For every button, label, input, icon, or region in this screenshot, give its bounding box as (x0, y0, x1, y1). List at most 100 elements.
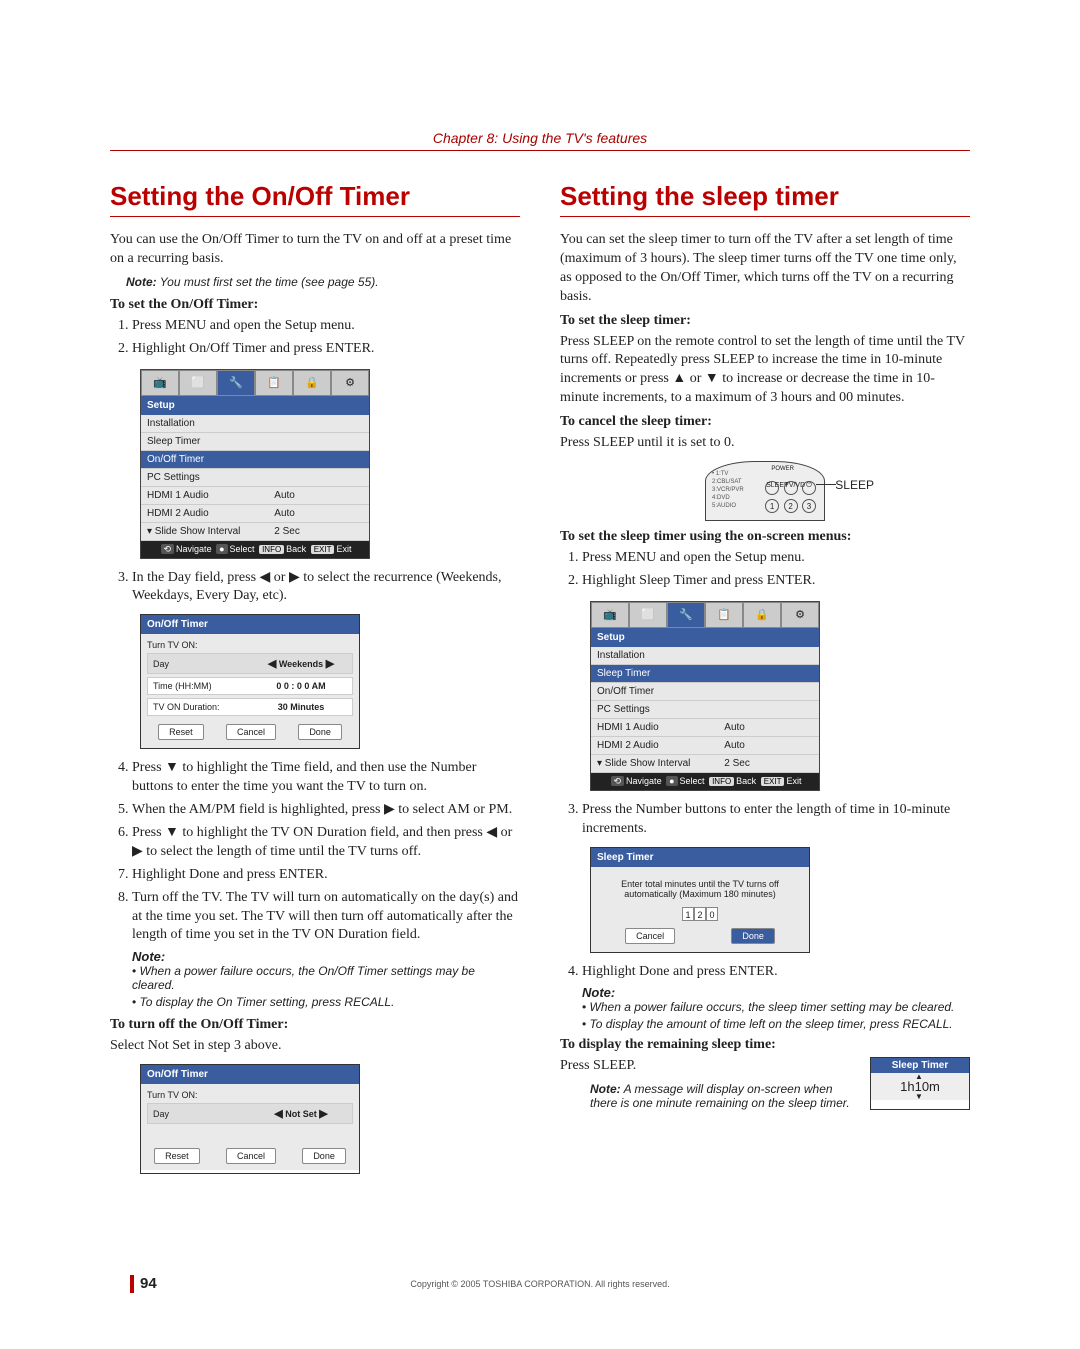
head-display-remaining: To display the remaining sleep time: (560, 1037, 970, 1053)
copyright: Copyright © 2005 TOSHIBA CORPORATION. Al… (0, 1279, 1080, 1289)
osd-row: On/Off Timer (591, 683, 819, 701)
step6: Press ▼ to highlight the TV ON Duration … (132, 824, 520, 862)
head-osd-sleep: To set the sleep timer using the on-scre… (560, 529, 970, 545)
title-left: Setting the On/Off Timer (110, 181, 520, 212)
osd-row: ▾ Slide Show Interval2 Sec (141, 523, 369, 541)
title-rule (560, 216, 970, 217)
tab-icon: 📺 (141, 370, 179, 396)
note-bullet: To display the On Timer setting, press R… (132, 995, 520, 1009)
dialog-title: Sleep Timer (591, 848, 809, 867)
osd-row: HDMI 1 AudioAuto (591, 719, 819, 737)
osd-row: HDMI 2 AudioAuto (141, 505, 369, 523)
step7: Highlight Done and press ENTER. (132, 866, 520, 885)
columns: Setting the On/Off Timer You can use the… (110, 181, 970, 1184)
osd-row: Installation (591, 647, 819, 665)
steps-a: Press MENU and open the Setup menu. High… (132, 317, 520, 359)
page: Chapter 8: Using the TV's features Setti… (0, 0, 1080, 1349)
osd-category: Setup (591, 628, 819, 647)
right-column: Setting the sleep timer You can set the … (560, 181, 970, 1184)
osd-row: ▾ Slide Show Interval2 Sec (591, 755, 819, 773)
left-intro: You can use the On/Off Timer to turn the… (110, 231, 520, 269)
dialog-sub: Turn TV ON: (147, 1090, 353, 1103)
done-button[interactable]: Done (298, 724, 342, 740)
note2-bullets: When a power failure occurs, the On/Off … (132, 964, 520, 1009)
osd-step1: Press MENU and open the Setup menu. (582, 549, 970, 568)
osd-row: Installation (141, 415, 369, 433)
day-row: Day ◀ Not Set ▶ (147, 1103, 353, 1124)
osd-footer: ⟲Navigate ●Select INFOBack EXITExit (141, 541, 369, 558)
tab-setup-icon: 🔧 (217, 370, 255, 396)
reset-button[interactable]: Reset (158, 724, 204, 740)
sleep-cancel-text: Press SLEEP until it is set to 0. (560, 434, 970, 453)
step3: In the Day field, press ◀ or ▶ to select… (132, 569, 520, 607)
dialog-sub: Turn TV ON: (147, 640, 353, 653)
sleep-digits: 120 (597, 905, 803, 923)
done-button[interactable]: Done (302, 1148, 346, 1164)
osd-row: HDMI 1 AudioAuto (141, 487, 369, 505)
chapter-header: Chapter 8: Using the TV's features (110, 130, 970, 146)
title-rule (110, 216, 520, 217)
day-row: Day ◀ Weekends ▶ (147, 653, 353, 674)
reset-button[interactable]: Reset (154, 1148, 200, 1164)
sleep-msg: Enter total minutes until the TV turns o… (597, 873, 803, 905)
dialog-title: On/Off Timer (141, 1065, 359, 1084)
tab-icon: ⬜ (179, 370, 217, 396)
remote-sleep-label: SLEEP (835, 478, 874, 492)
osd-steps-a: Press MENU and open the Setup menu. High… (582, 549, 970, 591)
right-note-label: Note: (582, 985, 970, 1000)
dialog-onoff-2: On/Off Timer Turn TV ON: Day ◀ Not Set ▶… (140, 1064, 360, 1174)
sleep-set-text: Press SLEEP on the remote control to set… (560, 333, 970, 409)
done-button[interactable]: Done (731, 928, 775, 944)
step8: Turn off the TV. The TV will turn on aut… (132, 889, 520, 946)
step1: Press MENU and open the Setup menu. (132, 317, 520, 336)
osd-row: PC Settings (141, 469, 369, 487)
sleepbox-title: Sleep Timer (871, 1058, 969, 1073)
note-bullet: When a power failure occurs, the On/Off … (132, 964, 520, 992)
tab-icon: 📋 (255, 370, 293, 396)
dialog-sleep: Sleep Timer Enter total minutes until th… (590, 847, 810, 953)
osd-row: Sleep Timer (591, 665, 819, 683)
head-cancel-sleep: To cancel the sleep timer: (560, 414, 970, 430)
osd-row: PC Settings (591, 701, 819, 719)
note1: Note: You must first set the time (see p… (126, 275, 520, 289)
time-row: Time (HH:MM) 0 0 : 0 0 AM (147, 677, 353, 695)
osd-row: Sleep Timer (141, 433, 369, 451)
osd-step4: Highlight Done and press ENTER. (582, 963, 970, 982)
osd-step3: Press the Number buttons to enter the le… (582, 801, 970, 839)
display-note: Note: A message will display on-screen w… (590, 1082, 850, 1110)
tab-icon: ⚙ (331, 370, 369, 396)
header-rule (110, 150, 970, 151)
note-bullet: To display the amount of time left on th… (582, 1017, 970, 1031)
left-column: Setting the On/Off Timer You can use the… (110, 181, 520, 1184)
dialog-onoff-1: On/Off Timer Turn TV ON: Day ◀ Weekends … (140, 614, 360, 749)
osd-tabs: 📺 ⬜ 🔧 📋 🔒 ⚙ (141, 370, 369, 396)
osd-row: On/Off Timer (141, 451, 369, 469)
off-text: Select Not Set in step 3 above. (110, 1037, 520, 1056)
osd-steps-c: Highlight Done and press ENTER. (582, 963, 970, 982)
osd-steps-b: Press the Number buttons to enter the le… (582, 801, 970, 839)
steps-b: In the Day field, press ◀ or ▶ to select… (132, 569, 520, 607)
title-right: Setting the sleep timer (560, 181, 970, 212)
cancel-button[interactable]: Cancel (625, 928, 675, 944)
head-set-onoff: To set the On/Off Timer: (110, 297, 520, 313)
right-note-bullets: When a power failure occurs, the sleep t… (582, 1000, 970, 1031)
remote-body: • 1:TV2:CBL/SAT3:VCR/PVR4:DVD5:AUDIO POW… (705, 461, 825, 521)
cancel-button[interactable]: Cancel (226, 724, 276, 740)
remote-illustration: • 1:TV2:CBL/SAT3:VCR/PVR4:DVD5:AUDIO POW… (560, 461, 970, 521)
osd-category: Setup (141, 396, 369, 415)
display-text: Press SLEEP. (560, 1057, 850, 1076)
cancel-button[interactable]: Cancel (226, 1148, 276, 1164)
step2: Highlight On/Off Timer and press ENTER. (132, 340, 520, 359)
steps-c: Press ▼ to highlight the Time field, and… (132, 759, 520, 945)
head-set-sleep: To set the sleep timer: (560, 313, 970, 329)
osd-step2: Highlight Sleep Timer and press ENTER. (582, 572, 970, 591)
step5: When the AM/PM field is highlighted, pre… (132, 801, 520, 820)
dialog-title: On/Off Timer (141, 615, 359, 634)
osd-setup-sleep: 📺⬜🔧📋🔒⚙ Setup InstallationSleep TimerOn/O… (590, 601, 820, 791)
osd-row: HDMI 2 AudioAuto (591, 737, 819, 755)
note2-label: Note: (132, 949, 520, 964)
dur-row: TV ON Duration: 30 Minutes (147, 698, 353, 716)
step4: Press ▼ to highlight the Time field, and… (132, 759, 520, 797)
right-intro: You can set the sleep timer to turn off … (560, 231, 970, 307)
sleep-timer-box: Sleep Timer 1h10m (870, 1057, 970, 1110)
